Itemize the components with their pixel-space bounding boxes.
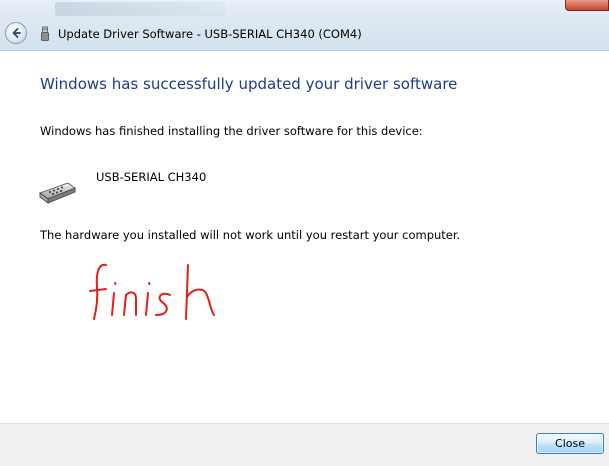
handwritten-annotation [89,263,215,320]
background-taskbar-ghost [55,2,225,16]
finished-message: Windows has finished installing the driv… [40,124,423,138]
dialog-content: Windows has successfully updated your dr… [0,51,609,423]
back-arrow-icon [12,28,21,38]
serial-port-icon [39,182,76,204]
restart-notice: The hardware you installed will not work… [40,228,461,242]
dialog-footer: Close [0,423,609,466]
window-titlebar: Update Driver Software - USB-SERIAL CH34… [0,0,609,51]
back-button[interactable] [5,22,27,44]
page-heading: Windows has successfully updated your dr… [40,75,458,93]
window-close-control[interactable] [565,0,609,11]
usb-device-icon [41,26,49,41]
close-button[interactable]: Close [536,433,604,454]
window-title: Update Driver Software - USB-SERIAL CH34… [58,27,362,41]
device-name: USB-SERIAL CH340 [96,170,207,184]
